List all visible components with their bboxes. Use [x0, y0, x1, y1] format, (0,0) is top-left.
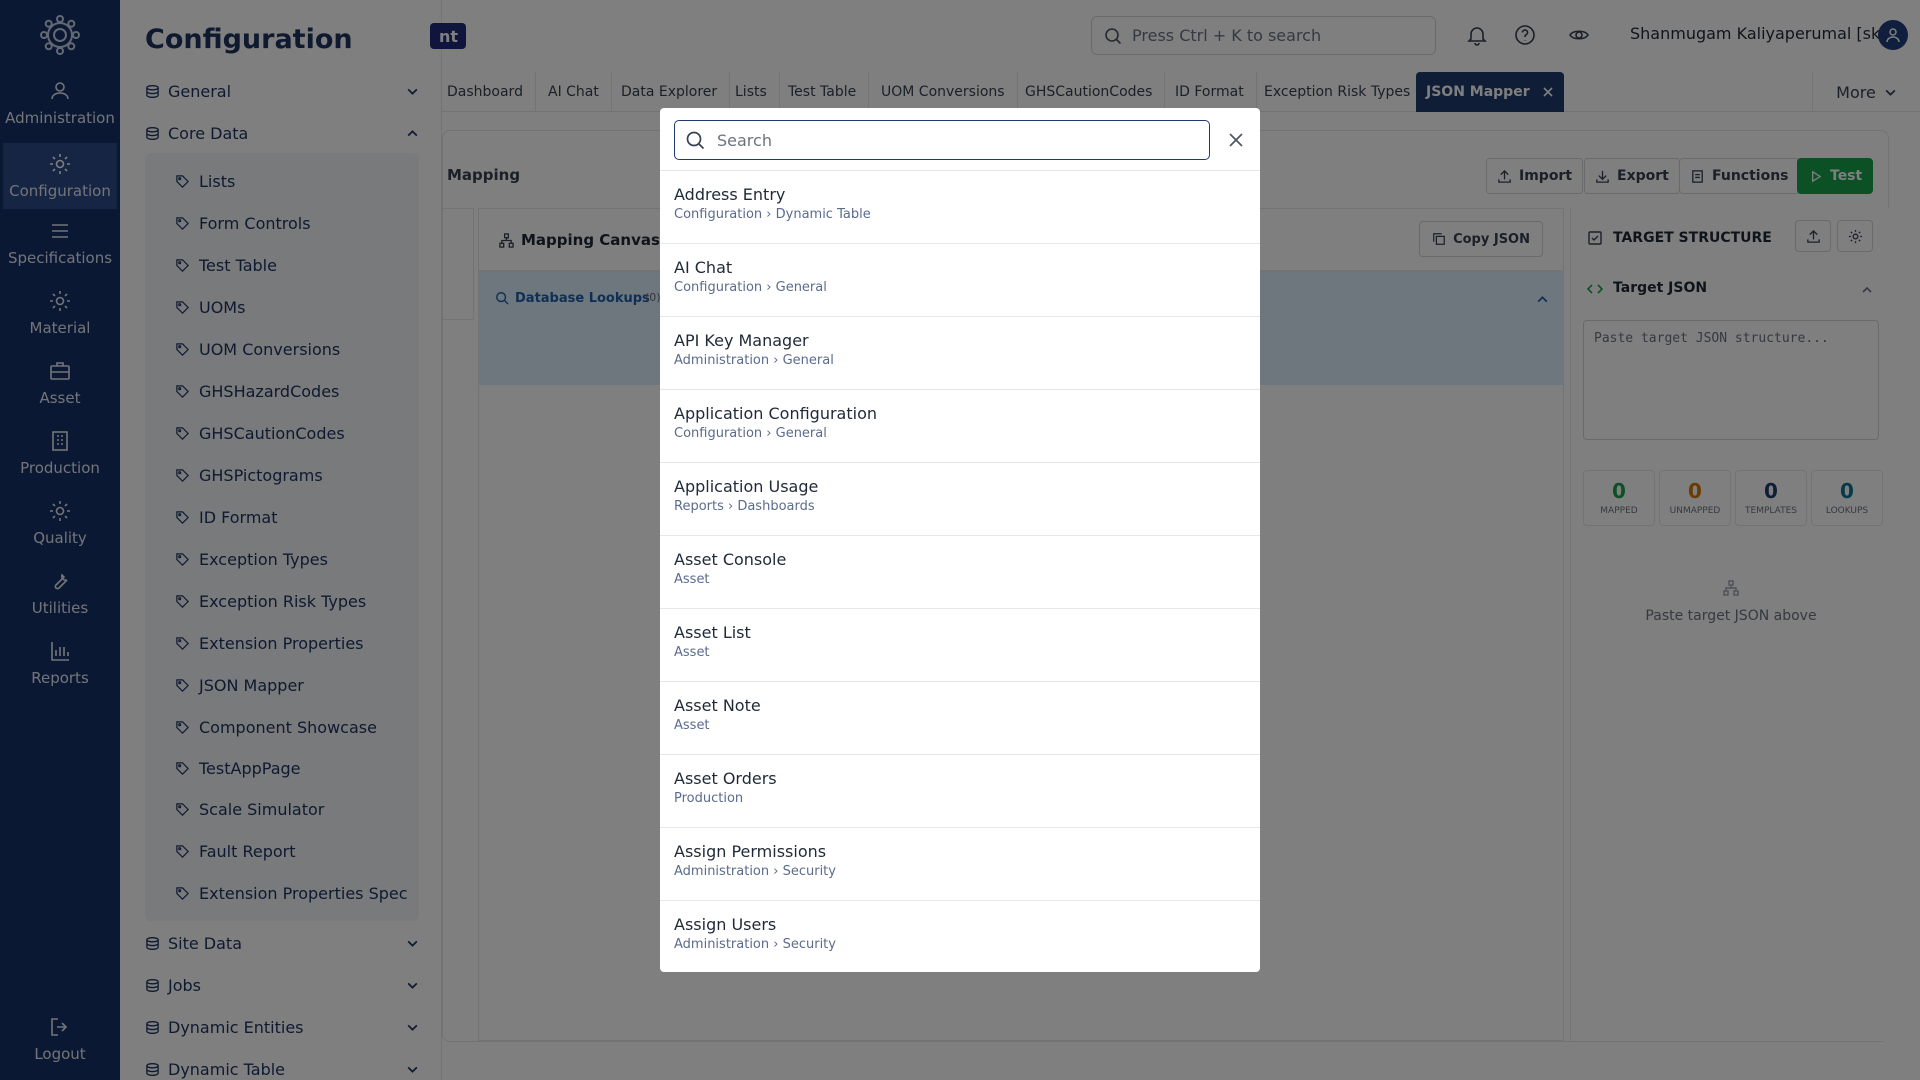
search-result[interactable]: Asset Console Asset: [660, 536, 1260, 609]
result-title: Asset Orders: [674, 769, 777, 788]
search-result[interactable]: Assign Users Administration › Security: [660, 901, 1260, 972]
result-title: AI Chat: [674, 258, 733, 277]
result-path: Configuration › General: [674, 280, 827, 295]
result-title: Address Entry: [674, 185, 786, 204]
search-result[interactable]: Asset Orders Production: [660, 755, 1260, 828]
result-path: Asset: [674, 718, 710, 733]
result-path: Administration › General: [674, 353, 834, 368]
result-path: Asset: [674, 645, 710, 660]
result-path: Configuration › General: [674, 426, 827, 441]
result-path: Administration › Security: [674, 937, 836, 952]
search-result[interactable]: AI Chat Configuration › General: [660, 244, 1260, 317]
result-title: Assign Users: [674, 915, 777, 934]
dialog-search-placeholder: Search: [717, 130, 772, 150]
result-path: Production: [674, 791, 744, 806]
result-title: Application Configuration: [674, 404, 877, 423]
search-result[interactable]: API Key Manager Administration › General: [660, 317, 1260, 390]
search-dialog: Search Address Entry Configuration › Dyna…: [660, 108, 1260, 972]
result-path: Asset: [674, 572, 710, 587]
search-result[interactable]: Assign Permissions Administration › Secur…: [660, 828, 1260, 901]
search-icon: [686, 131, 705, 150]
close-icon[interactable]: [1226, 130, 1246, 150]
search-result[interactable]: Asset Note Asset: [660, 682, 1260, 755]
search-result[interactable]: Asset List Asset: [660, 609, 1260, 682]
search-result[interactable]: Address Entry Configuration › Dynamic Tab…: [660, 171, 1260, 244]
dialog-search-input[interactable]: Search: [674, 120, 1210, 160]
result-title: Assign Permissions: [674, 842, 827, 861]
search-result[interactable]: Application Configuration Configuration ›…: [660, 390, 1260, 463]
result-title: Application Usage: [674, 477, 819, 496]
result-title: Asset List: [674, 623, 751, 642]
result-title: Asset Console: [674, 550, 787, 569]
search-result[interactable]: Application Usage Reports › Dashboards: [660, 463, 1260, 536]
result-title: API Key Manager: [674, 331, 809, 350]
search-results: Address Entry Configuration › Dynamic Tab…: [660, 170, 1260, 972]
result-path: Configuration › Dynamic Table: [674, 207, 871, 222]
result-title: Asset Note: [674, 696, 761, 715]
result-path: Reports › Dashboards: [674, 499, 815, 514]
result-path: Administration › Security: [674, 864, 836, 879]
